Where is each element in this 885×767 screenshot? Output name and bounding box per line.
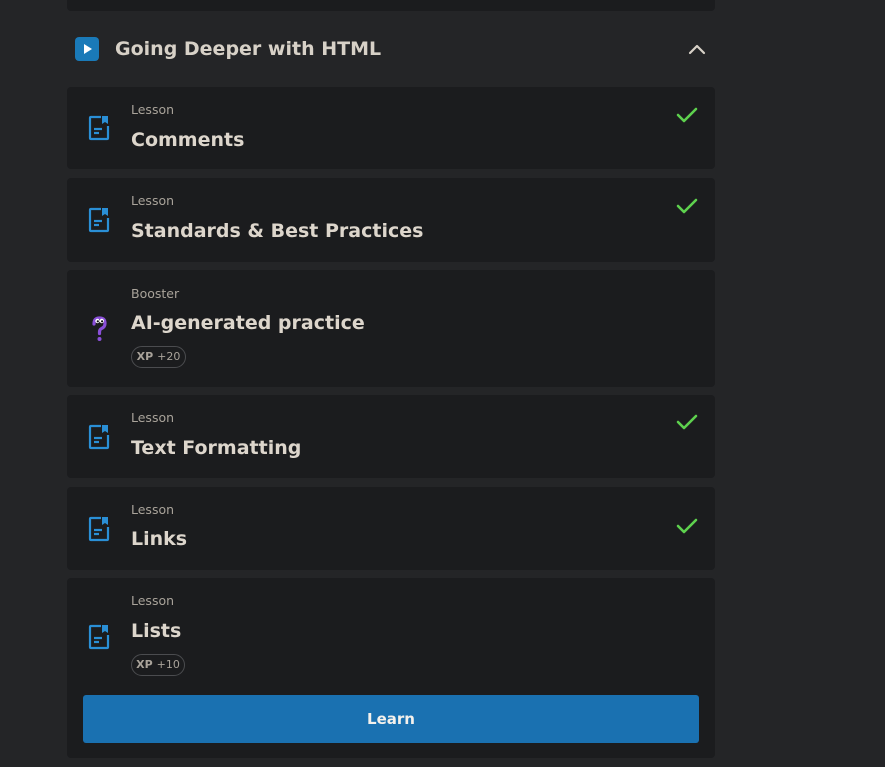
item-kind-label: Lesson: [131, 410, 175, 425]
xp-label: XP: [136, 658, 153, 671]
lesson-document-icon: [87, 515, 111, 543]
item-title: Lists: [131, 620, 182, 642]
checkmark-icon: [675, 516, 699, 536]
checkmark-icon: [675, 412, 699, 432]
xp-value: +10: [156, 658, 180, 671]
checkmark-icon: [675, 105, 699, 125]
item-kind-label: Lesson: [131, 102, 175, 117]
course-module: Going Deeper with HTML Lesson Comments L…: [67, 0, 715, 767]
xp-badge: XP +10: [131, 654, 185, 676]
booster-card-ai-practice[interactable]: Booster AI-generated practice XP +20: [67, 270, 715, 387]
item-title: Comments: [131, 129, 245, 151]
item-title: Standards & Best Practices: [131, 220, 424, 242]
chevron-up-icon[interactable]: [687, 40, 707, 58]
xp-label: XP: [136, 350, 154, 363]
lesson-card-links[interactable]: Lesson Links: [67, 487, 715, 570]
checkmark-icon: [675, 196, 699, 216]
module-header[interactable]: Going Deeper with HTML: [67, 28, 715, 70]
item-title: Text Formatting: [131, 437, 302, 459]
xp-value: +20: [157, 350, 181, 363]
question-mascot-icon: [87, 315, 111, 343]
module-title: Going Deeper with HTML: [115, 38, 382, 60]
item-kind-label: Lesson: [131, 593, 175, 608]
lesson-card-standards[interactable]: Lesson Standards & Best Practices: [67, 178, 715, 262]
lesson-card-text-formatting[interactable]: Lesson Text Formatting: [67, 395, 715, 478]
lesson-document-icon: [87, 114, 111, 142]
xp-badge: XP +20: [131, 346, 186, 368]
item-title: Links: [131, 528, 188, 550]
lesson-card-lists[interactable]: Lesson Lists XP +10 Learn: [67, 578, 715, 758]
item-kind-label: Lesson: [131, 193, 175, 208]
item-kind-label: Lesson: [131, 502, 175, 517]
lesson-document-icon: [87, 206, 111, 234]
lesson-card-comments[interactable]: Lesson Comments: [67, 87, 715, 169]
item-title: AI-generated practice: [131, 312, 365, 334]
previous-module-card: [67, 0, 715, 11]
lesson-document-icon: [87, 623, 111, 651]
lesson-document-icon: [87, 423, 111, 451]
play-icon: [75, 37, 99, 61]
item-kind-label: Booster: [131, 286, 180, 301]
learn-button[interactable]: Learn: [83, 695, 699, 743]
